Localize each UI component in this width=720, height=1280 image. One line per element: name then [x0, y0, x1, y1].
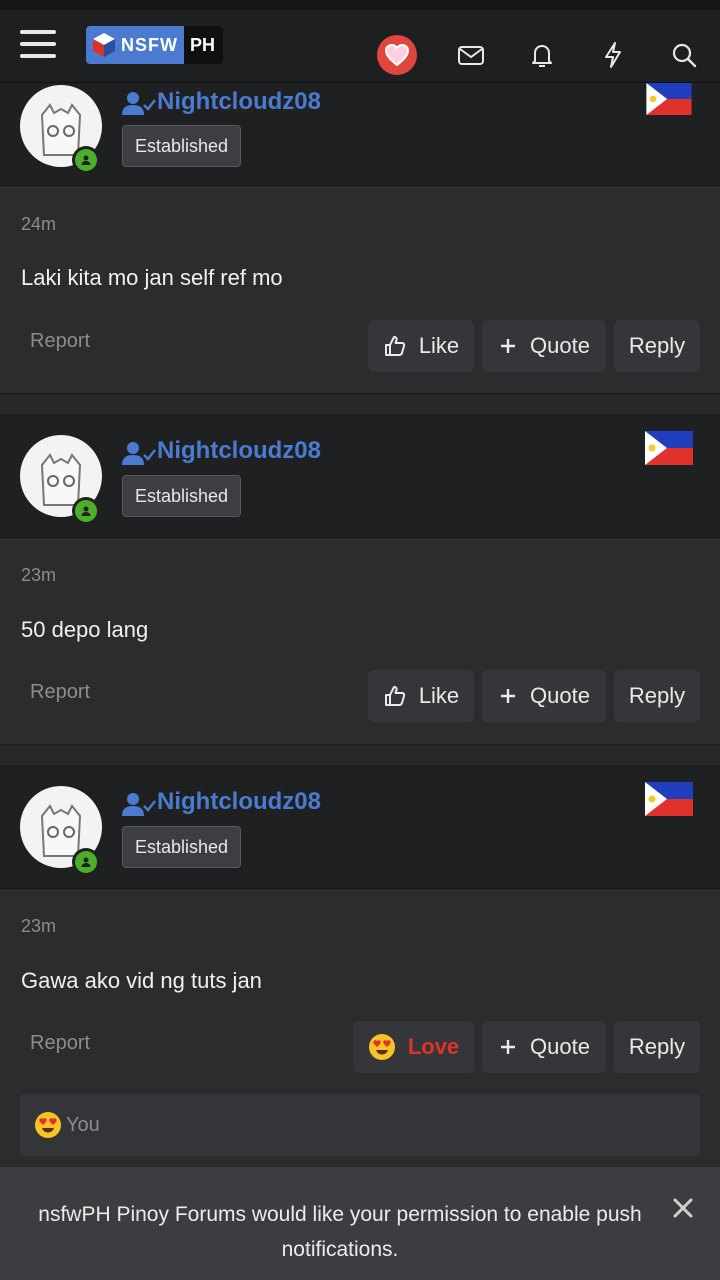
menu-icon[interactable] — [20, 30, 56, 60]
reply-button[interactable]: Reply — [614, 1021, 700, 1073]
user-check-icon — [122, 442, 156, 465]
username-link[interactable]: Nightcloudz08 — [157, 437, 321, 465]
reply-label: Reply — [628, 683, 686, 708]
post-time: 23m — [21, 565, 57, 585]
philippines-flag-icon — [646, 83, 692, 115]
search-icon[interactable] — [669, 40, 699, 70]
reply-button[interactable]: Reply — [614, 320, 700, 372]
user-check-icon — [122, 793, 156, 816]
quote-button[interactable]: Quote — [482, 320, 606, 372]
post-time: 23m — [21, 916, 57, 936]
love-label: Love — [407, 1034, 460, 1059]
quote-label: Quote — [530, 333, 590, 358]
post-header: Nightcloudz08 Established — [0, 83, 720, 186]
like-button[interactable]: Like — [368, 320, 474, 372]
philippines-flag-icon — [645, 782, 693, 816]
online-status-icon — [72, 146, 100, 174]
plus-icon — [501, 689, 516, 703]
logo-text-left: NSFW — [121, 34, 178, 55]
heart-eyes-emoji-icon — [35, 1112, 61, 1138]
site-logo[interactable]: NSFW PH — [86, 26, 224, 64]
like-label: Like — [418, 683, 460, 708]
like-label: Like — [418, 333, 460, 358]
report-link[interactable]: Report — [30, 330, 90, 353]
reply-label: Reply — [628, 333, 686, 358]
username-link[interactable]: Nightcloudz08 — [157, 88, 321, 116]
lightning-icon[interactable] — [598, 40, 628, 70]
reply-label: Reply — [628, 1034, 686, 1059]
post-message: 50 depo lang — [21, 617, 149, 642]
online-status-icon — [72, 848, 100, 876]
reactions-label: You — [66, 1113, 100, 1136]
forum-post: Nightcloudz08 Established 24m Laki kita … — [0, 83, 720, 393]
top-navigation-bar: NSFW PH — [0, 0, 720, 83]
post-divider — [0, 744, 720, 766]
username-link[interactable]: Nightcloudz08 — [157, 788, 321, 816]
push-notification-prompt[interactable]: nsfwPH Pinoy Forums would like your perm… — [0, 1167, 720, 1280]
thumbs-up-icon — [384, 336, 405, 356]
post-header: Nightcloudz08 Established — [0, 766, 720, 889]
post-message: Laki kita mo jan self ref mo — [21, 265, 283, 290]
post-header: Nightcloudz08 Established — [0, 415, 720, 538]
quote-label: Quote — [530, 683, 590, 708]
post-time: 24m — [21, 214, 57, 234]
post-message: Gawa ako vid ng tuts jan — [21, 968, 262, 993]
close-icon[interactable] — [670, 1195, 696, 1221]
quote-button[interactable]: Quote — [482, 670, 606, 722]
report-link[interactable]: Report — [30, 681, 90, 704]
user-title-badge: Established — [122, 826, 242, 868]
quote-button[interactable]: Quote — [482, 1021, 606, 1073]
report-link[interactable]: Report — [30, 1032, 90, 1055]
mail-icon[interactable] — [456, 40, 486, 70]
notification-message: nsfwPH Pinoy Forums would like your perm… — [38, 1203, 642, 1261]
forum-post: Nightcloudz08 Established 23m 50 depo la… — [0, 415, 720, 744]
reactions-summary[interactable]: You — [20, 1094, 700, 1156]
heart-icon[interactable] — [377, 35, 417, 75]
quote-label: Quote — [530, 1034, 590, 1059]
logo-text-right: PH — [190, 34, 216, 55]
bell-icon[interactable] — [527, 40, 557, 70]
plus-icon — [501, 1040, 516, 1054]
user-check-icon — [122, 92, 156, 115]
reply-button[interactable]: Reply — [614, 670, 700, 722]
online-status-icon — [72, 497, 100, 525]
philippines-flag-icon — [645, 431, 693, 465]
logo-cube-icon — [93, 33, 115, 57]
love-reaction-button[interactable]: Love — [353, 1021, 474, 1073]
user-title-badge: Established — [122, 475, 242, 517]
heart-eyes-emoji-icon — [368, 1034, 395, 1060]
thumbs-up-icon — [384, 686, 405, 706]
post-divider — [0, 393, 720, 415]
user-title-badge: Established — [122, 125, 242, 167]
plus-icon — [501, 339, 516, 353]
like-button[interactable]: Like — [368, 670, 474, 722]
